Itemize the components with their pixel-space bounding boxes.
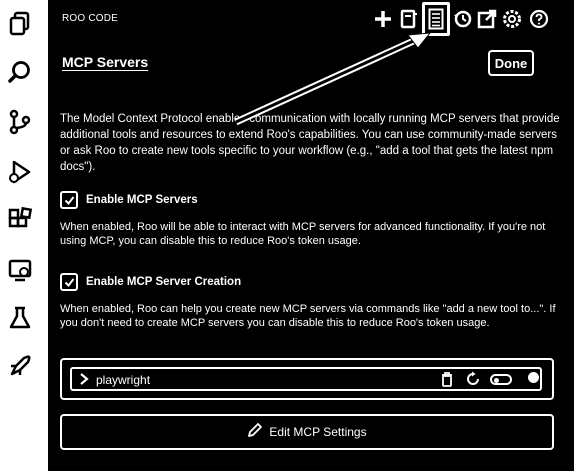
settings-gear-icon[interactable] xyxy=(501,8,523,30)
enable-creation-checkbox-row[interactable]: Enable MCP Server Creation xyxy=(60,273,241,291)
page-title: MCP Servers xyxy=(62,54,149,70)
roo-panel: ROO CODE MCP Servers Done The Model Cont… xyxy=(48,0,574,471)
restart-icon[interactable] xyxy=(465,371,481,392)
enable-mcp-checkbox-row[interactable]: Enable MCP Servers xyxy=(60,191,198,209)
roo-rocket-icon[interactable] xyxy=(4,350,36,382)
explorer-icon[interactable] xyxy=(4,8,36,40)
extensions-icon[interactable] xyxy=(4,204,36,236)
server-list: playwright xyxy=(60,358,554,400)
delete-icon[interactable] xyxy=(440,371,454,392)
mcp-server-icon[interactable] xyxy=(422,2,450,36)
status-indicator xyxy=(528,372,539,383)
intro-text: The Model Context Protocol enables commu… xyxy=(60,113,560,173)
run-debug-icon[interactable] xyxy=(4,156,36,188)
help-icon[interactable] xyxy=(528,8,550,30)
chevron-right-icon[interactable] xyxy=(78,372,90,391)
remote-explorer-icon[interactable] xyxy=(4,254,36,286)
server-row[interactable]: playwright xyxy=(70,367,542,391)
server-toggle[interactable] xyxy=(490,374,512,385)
pencil-icon xyxy=(247,422,263,443)
source-control-icon[interactable] xyxy=(4,106,36,138)
history-icon[interactable] xyxy=(451,8,473,30)
enable-creation-checkbox[interactable] xyxy=(60,273,78,291)
edit-mcp-settings-button[interactable]: Edit MCP Settings xyxy=(60,414,554,450)
testing-icon[interactable] xyxy=(4,302,36,334)
enable-mcp-checkbox[interactable] xyxy=(60,191,78,209)
enable-creation-description: When enabled, Roo can help you create ne… xyxy=(60,303,556,329)
plus-icon[interactable] xyxy=(372,8,394,30)
enable-mcp-description: When enabled, Roo will be able to intera… xyxy=(60,221,546,247)
app-title: ROO CODE xyxy=(62,13,119,24)
enable-creation-label: Enable MCP Server Creation xyxy=(86,276,242,288)
edit-mcp-settings-label: Edit MCP Settings xyxy=(269,425,367,439)
enable-mcp-label: Enable MCP Servers xyxy=(86,194,198,206)
search-icon[interactable] xyxy=(4,56,36,88)
popout-icon[interactable] xyxy=(476,8,498,30)
panel-header: ROO CODE xyxy=(48,0,574,40)
done-button[interactable]: Done xyxy=(488,50,534,76)
prompts-icon[interactable] xyxy=(398,8,420,30)
server-name: playwright xyxy=(96,373,151,387)
activity-bar xyxy=(0,0,40,471)
